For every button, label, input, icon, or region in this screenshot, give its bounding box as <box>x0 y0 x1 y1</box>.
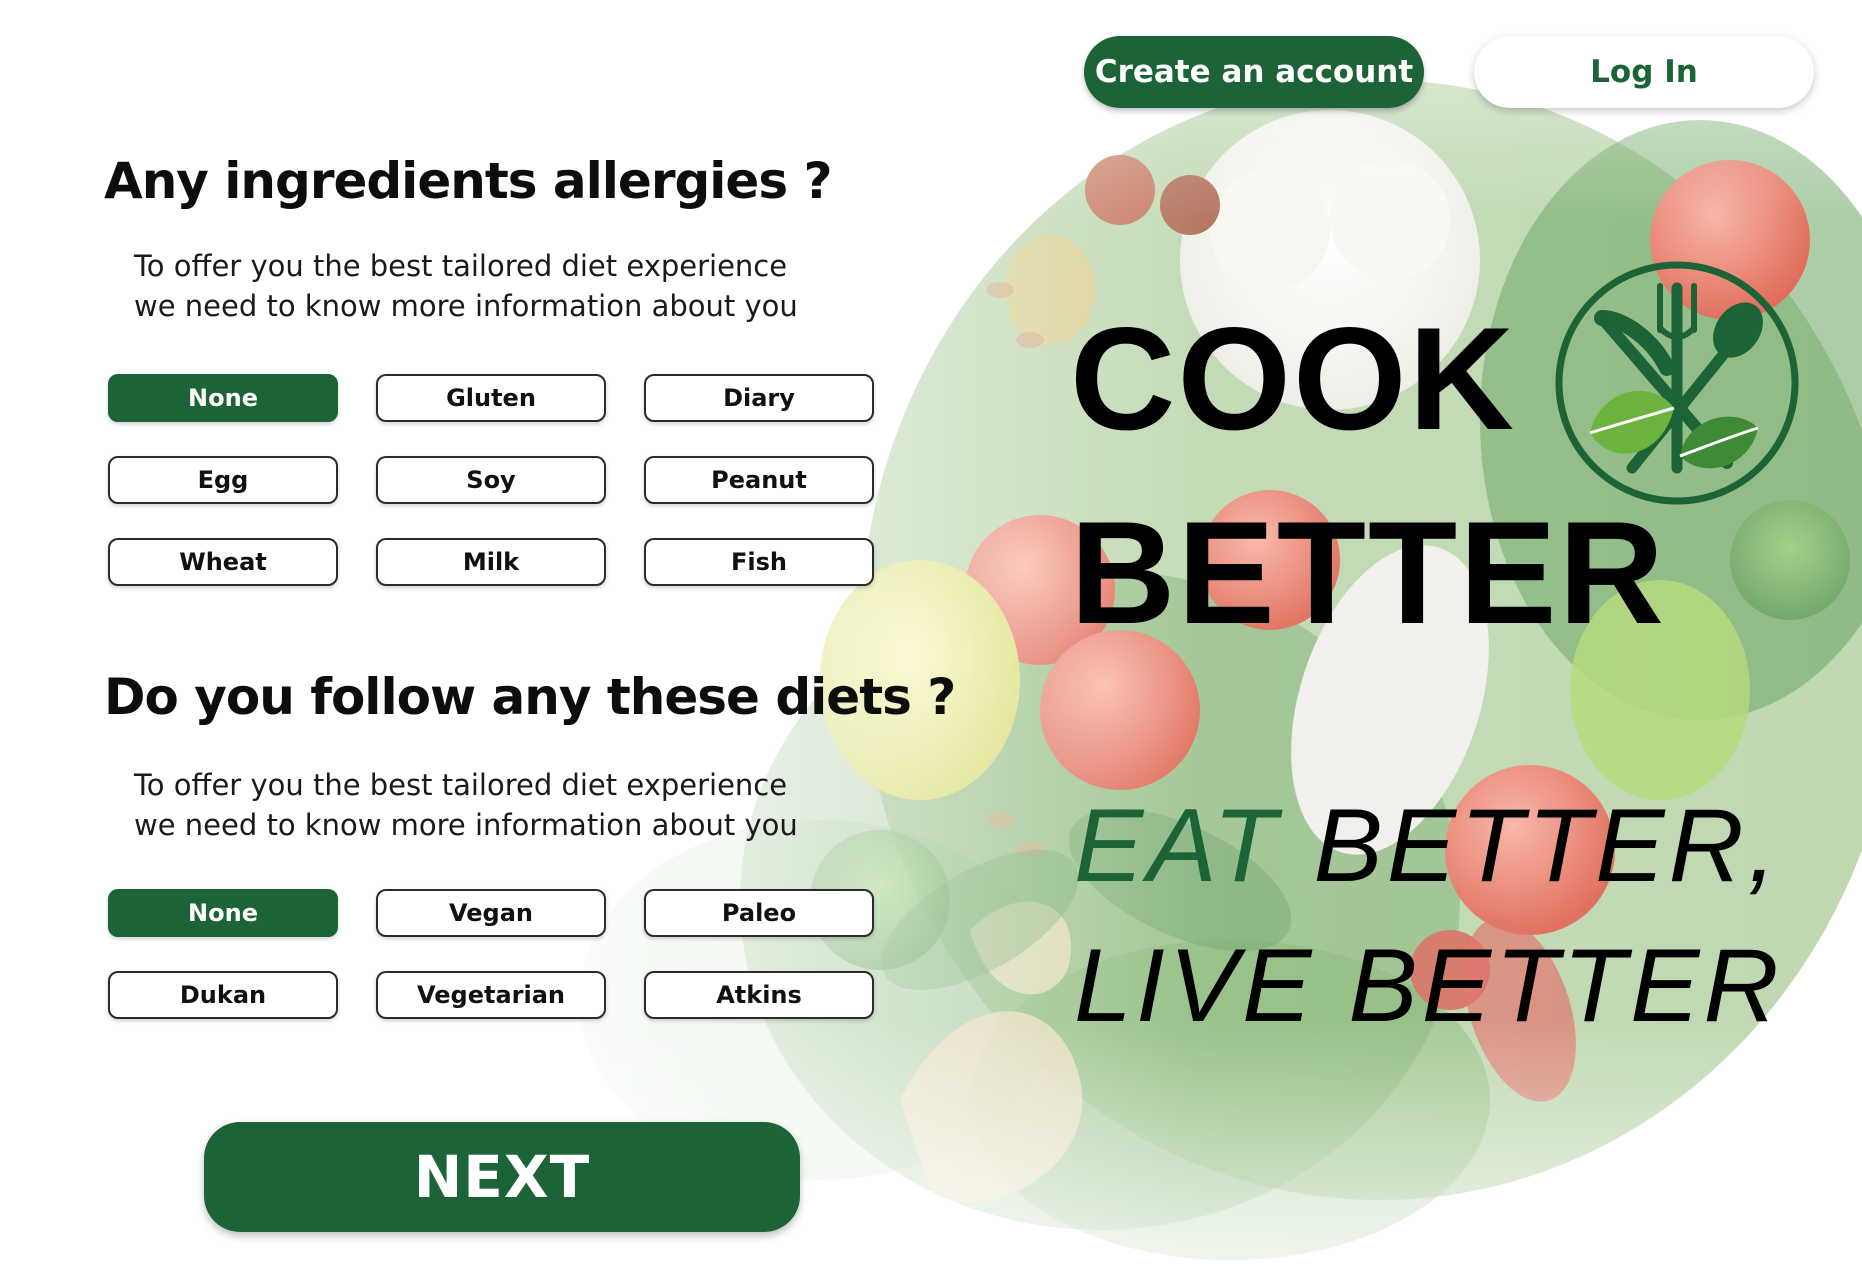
diet-option-atkins[interactable]: Atkins <box>644 971 874 1019</box>
allergy-option-none[interactable]: None <box>108 374 338 422</box>
diet-option-vegan[interactable]: Vegan <box>376 889 606 937</box>
allergies-subtitle-line2: we need to know more information about y… <box>134 289 798 323</box>
allergy-option-diary[interactable]: Diary <box>644 374 874 422</box>
diet-option-dukan[interactable]: Dukan <box>108 971 338 1019</box>
brand-name-line2: BETTER <box>1070 491 1666 654</box>
fork-knife-spoon-leaf-icon <box>1555 261 1799 505</box>
allergy-option-gluten[interactable]: Gluten <box>376 374 606 422</box>
tagline-line1: EAT BETTER, <box>1074 776 1781 916</box>
diets-options: None Vegan Paleo Dukan Vegetarian Atkins <box>108 889 874 1019</box>
allergy-option-peanut[interactable]: Peanut <box>644 456 874 504</box>
allergy-option-soy[interactable]: Soy <box>376 456 606 504</box>
tagline-better-word: BETTER, <box>1280 788 1781 904</box>
tagline-eat-word: EAT <box>1074 788 1281 904</box>
diet-option-vegetarian[interactable]: Vegetarian <box>376 971 606 1019</box>
allergies-options: None Gluten Diary Egg Soy Peanut Wheat M… <box>108 374 874 586</box>
allergy-option-milk[interactable]: Milk <box>376 538 606 586</box>
allergies-subtitle-line1: To offer you the best tailored diet expe… <box>134 249 788 283</box>
diets-subtitle-line1: To offer you the best tailored diet expe… <box>134 768 788 802</box>
diet-option-none[interactable]: None <box>108 889 338 937</box>
diets-subtitle-line2: we need to know more information about y… <box>134 808 798 842</box>
diet-option-paleo[interactable]: Paleo <box>644 889 874 937</box>
next-button[interactable]: NEXT <box>204 1122 800 1232</box>
create-account-button[interactable]: Create an account <box>1084 36 1424 108</box>
tagline-line2: LIVE BETTER <box>1074 928 1783 1044</box>
brand-name-line1: COOK <box>1070 297 1516 460</box>
allergy-option-fish[interactable]: Fish <box>644 538 874 586</box>
diets-title: Do you follow any these diets ? <box>104 668 956 726</box>
allergies-title: Any ingredients allergies ? <box>104 152 832 210</box>
allergy-option-wheat[interactable]: Wheat <box>108 538 338 586</box>
login-button[interactable]: Log In <box>1474 36 1814 108</box>
allergy-option-egg[interactable]: Egg <box>108 456 338 504</box>
